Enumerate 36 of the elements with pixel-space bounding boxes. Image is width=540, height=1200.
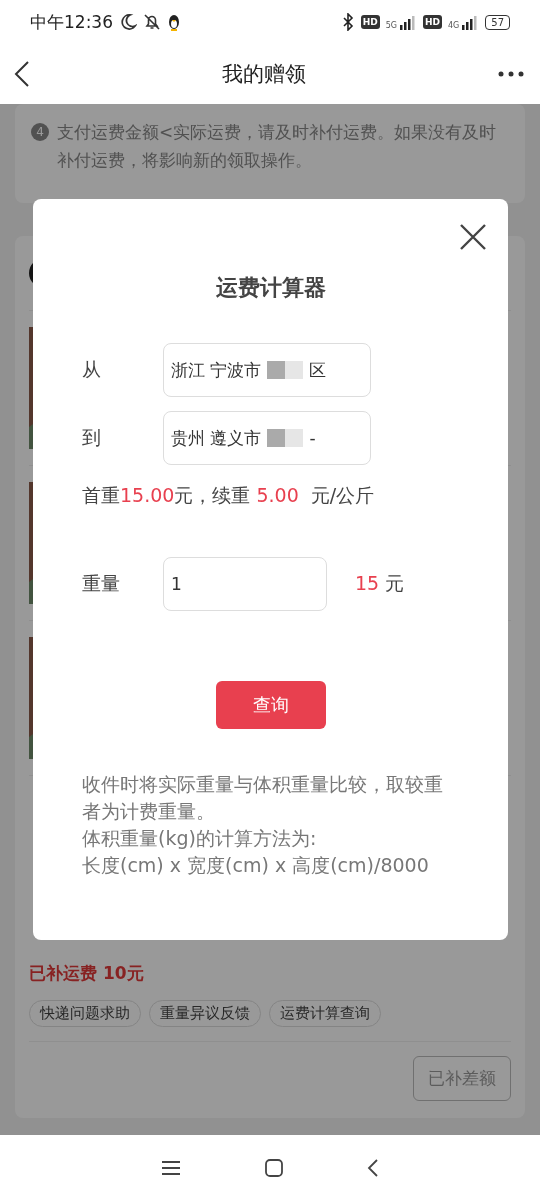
tag-button[interactable]: 快递问题求助	[29, 1000, 141, 1027]
note-text: 长度(cm) x 宽度(cm) x 高度(cm)/8000	[82, 853, 430, 878]
step-number: 4	[31, 123, 49, 141]
notice-text: 支付运费金额<实际运费，请及时补付运费。如果没有及时补付运费，将影响新的领取操作。	[57, 121, 498, 172]
more-icon[interactable]	[498, 71, 524, 77]
query-button[interactable]: 查询	[215, 681, 326, 729]
back-icon[interactable]	[366, 1157, 379, 1178]
rate-text: 首重15.00元，续重 5.00 元/公斤	[82, 483, 376, 508]
paid-shipping: 已补运费 10元	[29, 962, 145, 985]
dialog-title: 运费计算器	[214, 274, 327, 302]
field-label: 到	[82, 425, 102, 450]
battery-indicator: 57	[485, 14, 510, 30]
weight-field[interactable]: 1	[163, 557, 327, 611]
page-title: 我的赠领	[222, 61, 306, 88]
bluetooth-icon	[340, 13, 355, 31]
field-label: 从	[82, 357, 102, 382]
network-label: 5G	[385, 21, 397, 30]
penguin-icon	[167, 13, 181, 31]
home-icon[interactable]	[264, 1157, 284, 1178]
field-label: 重量	[82, 571, 121, 596]
note-text: 体积重量(kg)的计算方法为:	[82, 826, 318, 851]
hd-badge: HD	[422, 15, 442, 29]
back-icon[interactable]	[14, 60, 30, 88]
signal-icon	[461, 14, 480, 30]
network-label: 4G	[447, 21, 460, 30]
hd-badge: HD	[360, 15, 380, 29]
fee-result: 15 元	[355, 571, 405, 596]
menu-icon[interactable]	[161, 1159, 182, 1176]
close-icon[interactable]	[459, 223, 487, 251]
address-field[interactable]: 贵州 遵义市 -	[163, 411, 371, 465]
signal-icon	[398, 14, 417, 30]
address-field[interactable]: 浙江 宁波市 区	[163, 343, 371, 397]
note-text: 收件时将实际重量与体积重量比较，取较重者为计费重量。	[82, 772, 444, 824]
status-time: 中午12:36	[30, 10, 113, 34]
bell-off-icon	[143, 13, 161, 31]
moon-icon	[119, 13, 137, 31]
